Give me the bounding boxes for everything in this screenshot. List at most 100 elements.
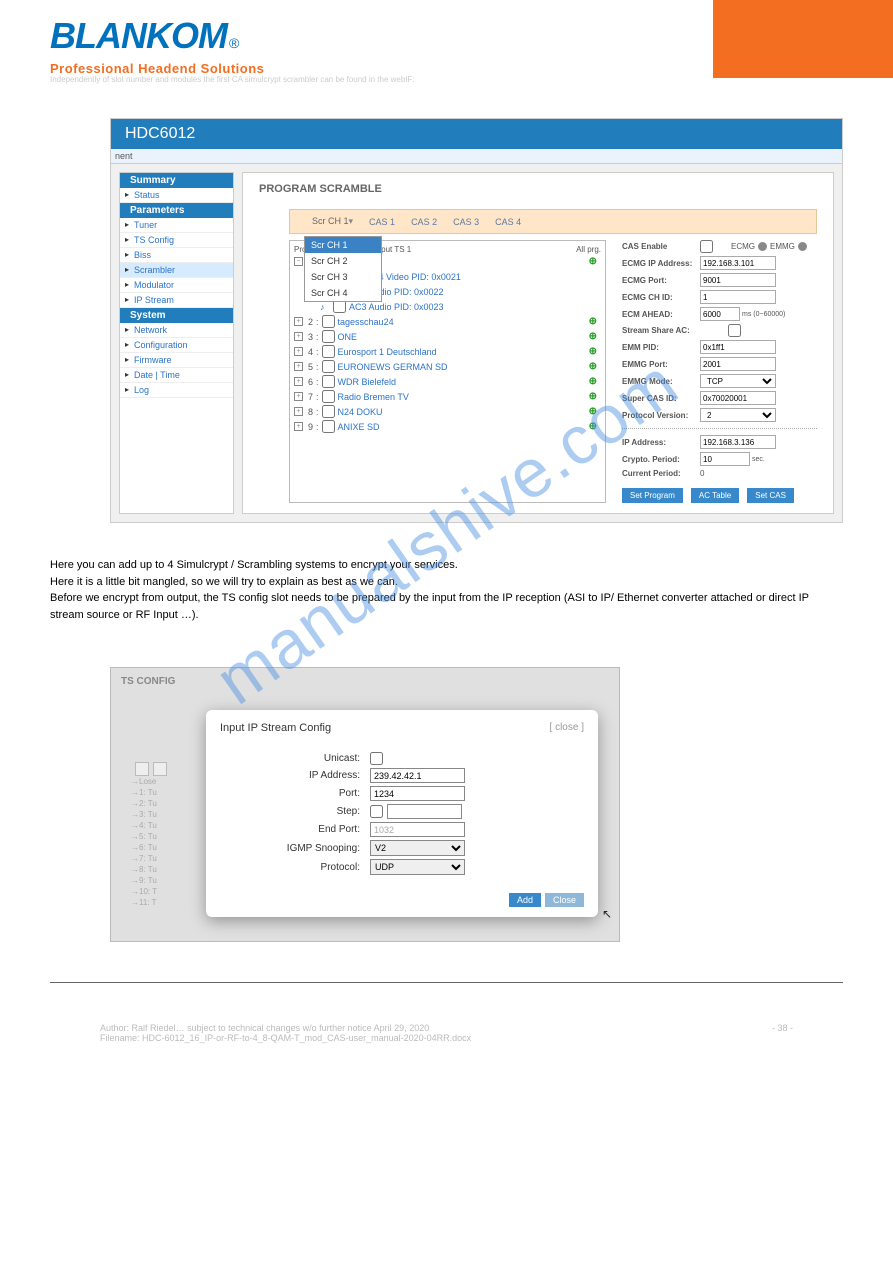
prog-3-checkbox[interactable]	[322, 330, 335, 343]
tab-scrch1[interactable]: Scr CH 1▾ Scr CH 1 Scr CH 2 Scr CH 3 Scr…	[304, 214, 361, 229]
cas-enable-checkbox[interactable]	[700, 240, 713, 253]
modal-close-link[interactable]: [ close ]	[550, 722, 584, 734]
green-plus-icon[interactable]: ⊕	[589, 346, 597, 357]
step-extra-input[interactable]	[387, 804, 462, 819]
sidebar-item-ipstream[interactable]: IP Stream	[120, 293, 233, 308]
protocol-ver-label: Protocol Version:	[622, 411, 700, 420]
page-title: PROGRAM SCRAMBLE	[259, 183, 817, 195]
endport-input[interactable]	[370, 822, 465, 837]
prog-7-checkbox[interactable]	[322, 390, 335, 403]
current-period-value: 0	[700, 469, 704, 478]
emmg-port-input[interactable]	[700, 357, 776, 371]
prog-4-checkbox[interactable]	[322, 345, 335, 358]
green-plus-icon[interactable]: ⊕	[589, 361, 597, 372]
prog-7[interactable]: +7:Radio Bremen TV⊕	[294, 389, 601, 404]
port-input[interactable]	[370, 786, 465, 801]
sidebar-item-modulator[interactable]: Modulator	[120, 278, 233, 293]
unicast-label: Unicast:	[220, 753, 370, 764]
ecmg-port-label: ECMG Port:	[622, 276, 700, 285]
green-plus-icon[interactable]: ⊕	[589, 406, 597, 417]
protocol-ver-select[interactable]: 2	[700, 408, 776, 422]
green-plus-icon[interactable]: ⊕	[589, 316, 597, 327]
back-tb-btn1	[135, 762, 149, 776]
tree-minus-icon[interactable]: −	[294, 257, 303, 266]
green-plus-icon[interactable]: ⊕	[589, 391, 597, 402]
nent-row: nent	[111, 149, 842, 164]
sidebar-item-datetime[interactable]: Date | Time	[120, 368, 233, 383]
tree-plus-icon[interactable]: +	[294, 392, 303, 401]
ecm-ahead-input[interactable]	[700, 307, 740, 321]
prog-6-checkbox[interactable]	[322, 375, 335, 388]
tab-cas4[interactable]: CAS 4	[487, 215, 529, 229]
cas-enable-label: CAS Enable	[622, 242, 700, 251]
prog-5-checkbox[interactable]	[322, 360, 335, 373]
unicast-checkbox[interactable]	[370, 752, 383, 765]
tree-plus-icon[interactable]: +	[294, 422, 303, 431]
tab-cas2[interactable]: CAS 2	[403, 215, 445, 229]
dropdown-scrch4[interactable]: Scr CH 4	[305, 285, 381, 301]
tree-plus-icon[interactable]: +	[294, 317, 303, 326]
close-button[interactable]: Close	[545, 893, 584, 907]
sidebar-item-network[interactable]: Network	[120, 323, 233, 338]
emmg-mode-select[interactable]: TCP	[700, 374, 776, 388]
page-number: - 38 -	[733, 1023, 793, 1043]
dropdown-scrch1[interactable]: Scr CH 1	[305, 237, 381, 253]
protocol-select[interactable]: UDP	[370, 859, 465, 875]
ecmg-ip-input[interactable]	[700, 256, 776, 270]
prog-9[interactable]: +9:ANIXE SD⊕	[294, 419, 601, 434]
step-checkbox[interactable]	[370, 805, 383, 818]
dropdown-scrch2[interactable]: Scr CH 2	[305, 253, 381, 269]
prog-3[interactable]: +3:ONE⊕	[294, 329, 601, 344]
sidebar-item-log[interactable]: Log	[120, 383, 233, 398]
sidebar-item-tsconfig[interactable]: TS Config	[120, 233, 233, 248]
sidebar-item-firmware[interactable]: Firmware	[120, 353, 233, 368]
prog-8[interactable]: +8:N24 DOKU⊕	[294, 404, 601, 419]
tree-plus-icon[interactable]: +	[294, 347, 303, 356]
device-title: HDC6012	[111, 119, 842, 149]
ecm-ahead-suffix: ms (0~60000)	[742, 311, 785, 318]
ip-stream-modal: Input IP Stream Config [ close ] Unicast…	[206, 710, 598, 917]
sidebar-system-head: System	[120, 308, 233, 323]
set-program-button[interactable]: Set Program	[622, 488, 683, 503]
prog-5[interactable]: +5:EURONEWS GERMAN SD⊕	[294, 359, 601, 374]
tree-plus-icon[interactable]: +	[294, 377, 303, 386]
prog-2[interactable]: +2:tagesschau24⊕	[294, 314, 601, 329]
green-plus-icon[interactable]: ⊕	[589, 421, 597, 432]
sidebar-item-biss[interactable]: Biss	[120, 248, 233, 263]
ip-addr-input[interactable]	[700, 435, 776, 449]
green-plus-icon[interactable]: ⊕	[589, 376, 597, 387]
cursor-icon: ↖	[602, 907, 612, 921]
emm-pid-input[interactable]	[700, 340, 776, 354]
ip-input[interactable]	[370, 768, 465, 783]
stream-share-checkbox[interactable]	[728, 324, 741, 337]
orange-header-block	[713, 0, 893, 78]
emmg-radio[interactable]	[798, 242, 807, 251]
prog-8-checkbox[interactable]	[322, 405, 335, 418]
green-plus-icon[interactable]: ⊕	[589, 256, 597, 267]
ac-table-button[interactable]: AC Table	[691, 488, 739, 503]
prog-9-checkbox[interactable]	[322, 420, 335, 433]
green-plus-icon[interactable]: ⊕	[589, 331, 597, 342]
ecmg-radio[interactable]	[758, 242, 767, 251]
ecmg-label: ECMG	[731, 242, 755, 251]
tree-plus-icon[interactable]: +	[294, 407, 303, 416]
sidebar-item-configuration[interactable]: Configuration	[120, 338, 233, 353]
tab-cas1[interactable]: CAS 1	[361, 215, 403, 229]
dropdown-scrch3[interactable]: Scr CH 3	[305, 269, 381, 285]
sidebar-item-tuner[interactable]: Tuner	[120, 218, 233, 233]
ecmg-chid-input[interactable]	[700, 290, 776, 304]
sidebar-item-scrambler[interactable]: Scrambler	[120, 263, 233, 278]
crypto-period-input[interactable]	[700, 452, 750, 466]
sidebar-item-status[interactable]: Status	[120, 188, 233, 203]
tree-plus-icon[interactable]: +	[294, 362, 303, 371]
ecmg-port-input[interactable]	[700, 273, 776, 287]
prog-4[interactable]: +4:Eurosport 1 Deutschland⊕	[294, 344, 601, 359]
igmp-select[interactable]: V2	[370, 840, 465, 856]
supercas-input[interactable]	[700, 391, 776, 405]
set-cas-button[interactable]: Set CAS	[747, 488, 794, 503]
tab-cas3[interactable]: CAS 3	[445, 215, 487, 229]
prog-2-checkbox[interactable]	[322, 315, 335, 328]
add-button[interactable]: Add	[509, 893, 541, 907]
tree-plus-icon[interactable]: +	[294, 332, 303, 341]
prog-6[interactable]: +6:WDR Bielefeld⊕	[294, 374, 601, 389]
